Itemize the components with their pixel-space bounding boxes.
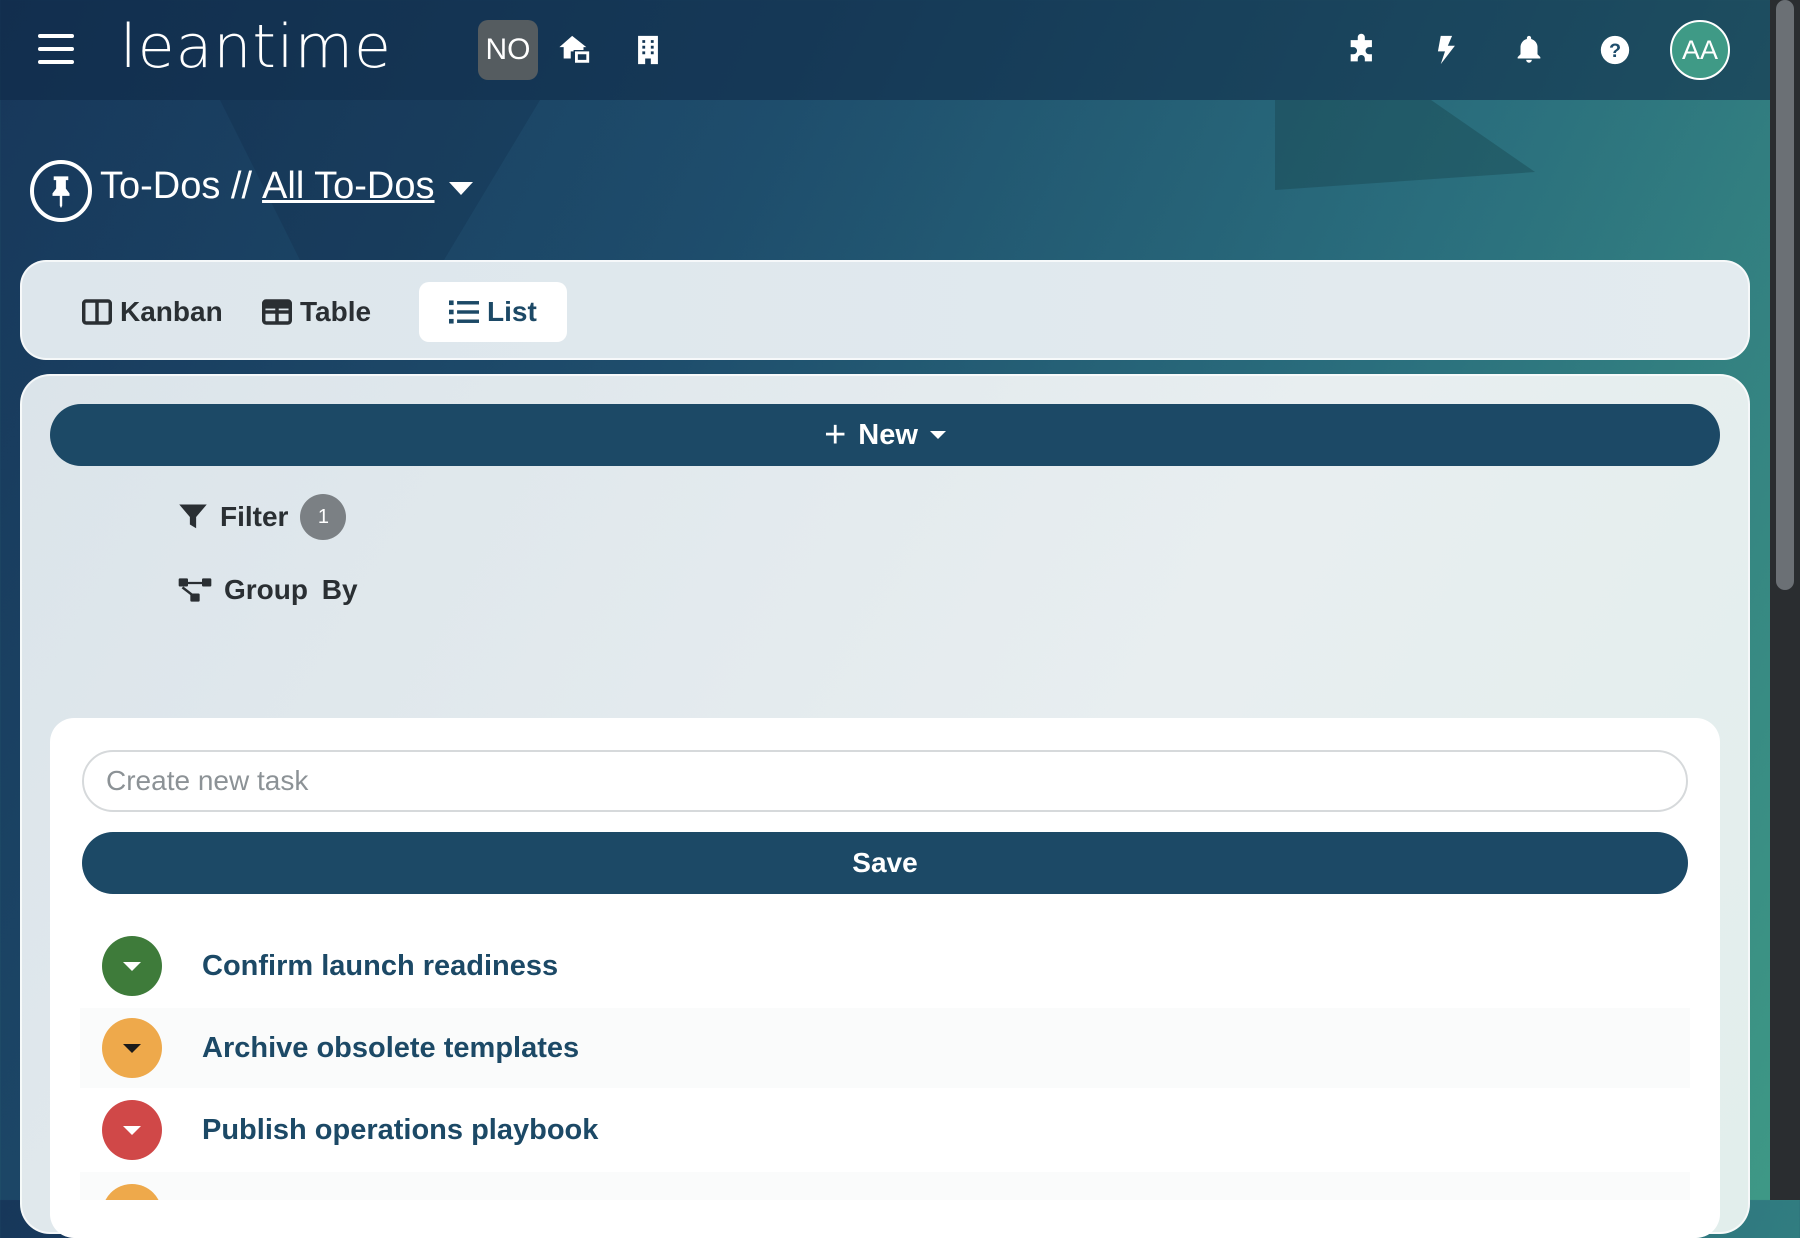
chevron-down-icon — [123, 1125, 141, 1135]
tab-label: Table — [300, 296, 372, 327]
task-row[interactable] — [80, 1172, 1690, 1200]
plus-icon: + — [824, 414, 847, 456]
list-icon — [449, 300, 479, 324]
view-selector-link[interactable]: All To-Dos — [262, 165, 434, 207]
status-dropdown[interactable] — [102, 1018, 162, 1078]
bolt-icon[interactable] — [1425, 28, 1465, 72]
kanban-icon — [82, 299, 112, 325]
app-logo[interactable]: leantime — [120, 12, 392, 82]
task-title[interactable]: Archive obsolete templates — [202, 1032, 579, 1065]
status-dropdown[interactable] — [102, 1184, 162, 1200]
status-dropdown[interactable] — [102, 936, 162, 996]
tab-label: List — [487, 296, 537, 327]
filter-label: Filter — [220, 501, 289, 532]
page-title: To-Dos //All To-Dos — [100, 165, 435, 208]
user-avatar[interactable]: AA — [1670, 20, 1730, 80]
group-by-label: Group By — [224, 574, 358, 605]
page-scrollbar[interactable] — [1770, 0, 1800, 1200]
new-button[interactable]: + New — [50, 404, 1720, 466]
save-button[interactable]: Save — [82, 832, 1688, 894]
tab-kanban[interactable]: Kanban — [52, 282, 253, 342]
filter-icon — [179, 504, 207, 529]
status-dropdown[interactable] — [102, 1100, 162, 1160]
tab-label: Kanban — [120, 296, 223, 327]
help-icon[interactable]: ? — [1595, 28, 1635, 72]
top-bar: leantime NO ? AA — [0, 0, 1770, 100]
filter-button[interactable]: Filter 1 — [178, 494, 347, 540]
chevron-down-icon — [123, 961, 141, 971]
task-title[interactable]: Publish operations playbook — [202, 1114, 598, 1147]
table-icon — [262, 299, 292, 325]
new-button-label: New — [858, 418, 918, 451]
chevron-down-icon — [929, 431, 946, 439]
task-title[interactable]: Confirm launch readiness — [202, 950, 558, 983]
bell-icon[interactable] — [1509, 28, 1549, 72]
chevron-down-icon[interactable] — [449, 182, 473, 195]
chevron-down-icon — [123, 1043, 141, 1053]
menu-icon[interactable] — [38, 34, 74, 64]
building-icon[interactable] — [628, 28, 668, 72]
task-row[interactable]: Confirm launch readiness — [80, 926, 1690, 1006]
create-task-input[interactable] — [82, 750, 1688, 812]
tab-list[interactable]: List — [419, 282, 567, 342]
home-icon[interactable] — [555, 28, 595, 72]
pin-icon — [30, 160, 92, 222]
view-tabs: Kanban Table List — [20, 260, 1750, 360]
task-row[interactable]: Archive obsolete templates — [80, 1008, 1690, 1088]
task-row[interactable]: Publish operations playbook — [80, 1090, 1690, 1170]
puzzle-icon[interactable] — [1342, 28, 1382, 72]
page-title-prefix: To-Dos // — [100, 165, 253, 207]
group-by-button[interactable]: Group By — [178, 574, 358, 606]
scrollbar-thumb[interactable] — [1776, 0, 1794, 590]
background-shape — [1275, 100, 1535, 190]
company-badge[interactable]: NO — [478, 20, 538, 80]
filter-count-badge: 1 — [300, 494, 347, 540]
tab-table[interactable]: Table — [232, 282, 401, 342]
group-by-icon — [178, 578, 212, 602]
svg-text:?: ? — [1609, 40, 1621, 62]
